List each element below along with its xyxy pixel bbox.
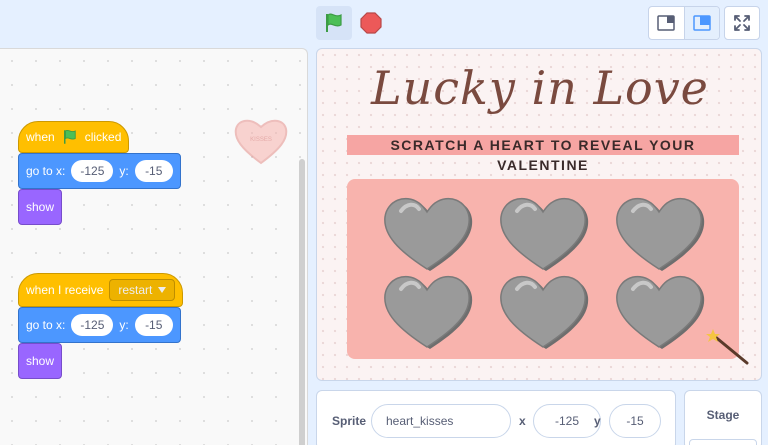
show-label: show — [26, 200, 55, 214]
scratch-heart[interactable] — [611, 267, 707, 351]
y-label: y: — [119, 318, 129, 332]
y-label: y — [594, 414, 601, 428]
y-input[interactable]: -15 — [134, 314, 173, 336]
stage-canvas[interactable]: Lucky in Love SCRATCH A HEART TO REVEAL … — [316, 48, 762, 381]
go-to-label: go to x: — [26, 164, 66, 178]
message-value: restart — [118, 283, 153, 297]
when-flag-clicked-block[interactable]: when clicked — [18, 108, 130, 153]
code-area[interactable]: KISSES when clicked go to x: -125 y: -15… — [0, 48, 308, 445]
sprite-name-field[interactable]: heart_kisses — [371, 404, 511, 438]
x-label: x — [519, 414, 526, 428]
message-dropdown[interactable]: restart — [109, 279, 176, 301]
when-i-receive-label: when I receive — [26, 283, 104, 297]
when-label: when — [26, 130, 55, 144]
sprite-label: Sprite — [332, 414, 367, 428]
y-position-field[interactable]: -15 — [609, 404, 661, 438]
green-flag-icon — [63, 129, 76, 144]
go-to-xy-block[interactable]: go to x: -125 y: -15 — [18, 307, 181, 343]
go-to-xy-block[interactable]: go to x: -125 y: -15 — [18, 153, 181, 189]
stage-size-toggle — [648, 6, 720, 40]
green-flag-button[interactable] — [316, 6, 352, 40]
stop-button[interactable] — [356, 6, 386, 40]
when-i-receive-block[interactable]: when I receive restart — [18, 260, 184, 307]
scratch-heart[interactable] — [611, 189, 707, 273]
scratch-heart[interactable] — [495, 267, 591, 351]
show-label: show — [26, 354, 55, 368]
sprite-heart-thumbnail: KISSES — [234, 119, 288, 165]
stage-panel-label: Stage — [706, 408, 740, 422]
stage-selector-panel[interactable]: Stage — [684, 390, 762, 445]
scratch-heart[interactable] — [495, 189, 591, 273]
fullscreen-icon — [734, 15, 750, 31]
stop-icon — [360, 12, 382, 34]
small-stage-button[interactable] — [649, 7, 684, 39]
go-to-label: go to x: — [26, 318, 66, 332]
small-stage-icon — [657, 15, 676, 31]
magic-wand-icon — [706, 329, 749, 365]
code-area-scrollbar[interactable] — [299, 159, 305, 445]
dropdown-arrow-icon — [158, 287, 167, 293]
stage-title: Lucky in Love — [371, 61, 709, 115]
sprite-thumbnail-text: KISSES — [250, 137, 272, 143]
stage-subtitle: SCRATCH A HEART TO REVEAL YOUR VALENTINE — [347, 135, 739, 173]
show-block[interactable]: show — [18, 189, 63, 225]
fullscreen-button[interactable] — [724, 6, 760, 40]
scratch-heart[interactable] — [379, 189, 475, 273]
normal-stage-button[interactable] — [683, 7, 719, 39]
y-input[interactable]: -15 — [134, 160, 173, 182]
sprite-info-panel: Sprite heart_kisses x -125 y -15 — [316, 390, 676, 445]
x-input[interactable]: -125 — [71, 314, 114, 336]
scratch-heart[interactable] — [379, 267, 475, 351]
normal-stage-icon — [693, 15, 711, 31]
x-position-field[interactable]: -125 — [533, 404, 601, 438]
heart-panel — [347, 179, 739, 359]
top-bar — [0, 0, 768, 48]
y-label: y: — [119, 164, 129, 178]
green-flag-icon — [326, 13, 342, 32]
show-block[interactable]: show — [18, 343, 63, 379]
x-input[interactable]: -125 — [71, 160, 114, 182]
stage-thumbnail[interactable] — [689, 439, 757, 445]
clicked-label: clicked — [84, 130, 122, 144]
